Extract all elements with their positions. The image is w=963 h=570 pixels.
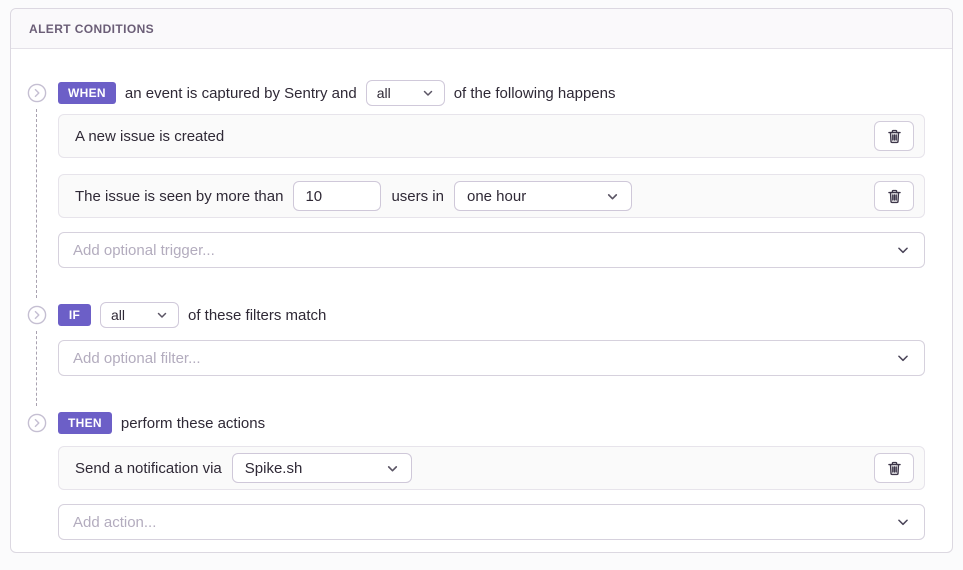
panel-title: ALERT CONDITIONS — [29, 22, 154, 36]
step-when-rail — [27, 80, 47, 268]
step-connector-line — [36, 109, 37, 298]
when-match-select[interactable]: all — [366, 80, 445, 106]
then-text-after: perform these actions — [121, 415, 265, 432]
trash-icon — [887, 461, 902, 476]
when-match-select-value: all — [377, 85, 391, 101]
user-count-input[interactable] — [293, 181, 381, 211]
action-text-before: Send a notification via — [75, 460, 222, 477]
delete-condition-button[interactable] — [874, 181, 914, 211]
step-then-rail — [27, 410, 47, 540]
add-filter-select[interactable]: Add optional filter... — [58, 340, 925, 376]
add-action-select[interactable]: Add action... — [58, 504, 925, 540]
notification-service-select-value: Spike.sh — [245, 460, 303, 477]
chevron-down-icon — [386, 462, 399, 475]
then-label-row: THEN perform these actions — [58, 410, 925, 436]
panel-header: ALERT CONDITIONS — [11, 9, 952, 49]
step-connector-line — [36, 331, 37, 406]
chevron-down-icon — [606, 190, 619, 203]
add-action-placeholder: Add action... — [73, 514, 156, 531]
chevron-right-circle-icon — [27, 413, 47, 433]
interval-select[interactable]: one hour — [454, 181, 632, 211]
alert-conditions-panel: ALERT CONDITIONS WHEN an event is captur… — [10, 8, 953, 553]
add-trigger-select[interactable]: Add optional trigger... — [58, 232, 925, 268]
trash-icon — [887, 189, 902, 204]
when-text-before: an event is captured by Sentry and — [125, 85, 357, 102]
then-badge: THEN — [58, 412, 112, 434]
condition-text: A new issue is created — [75, 128, 224, 145]
trash-icon — [887, 129, 902, 144]
condition-row-seen-by-users: The issue is seen by more than users in … — [58, 174, 925, 218]
step-when: WHEN an event is captured by Sentry and … — [27, 80, 925, 268]
chevron-right-circle-icon — [27, 305, 47, 325]
step-then: THEN perform these actions Send a notifi… — [27, 410, 925, 540]
add-filter-placeholder: Add optional filter... — [73, 350, 201, 367]
action-row-notification: Send a notification via Spike.sh — [58, 446, 925, 490]
chevron-down-icon — [156, 309, 168, 321]
delete-condition-button[interactable] — [874, 121, 914, 151]
chevron-down-icon — [896, 351, 910, 365]
notification-service-select[interactable]: Spike.sh — [232, 453, 412, 483]
chevron-down-icon — [896, 243, 910, 257]
chevron-down-icon — [896, 515, 910, 529]
if-label-row: IF all of these filters match — [58, 302, 925, 328]
chevron-down-icon — [422, 87, 434, 99]
step-if-rail — [27, 302, 47, 376]
if-text-after: of these filters match — [188, 307, 326, 324]
condition-text-after: users in — [391, 188, 444, 205]
delete-action-button[interactable] — [874, 453, 914, 483]
when-badge: WHEN — [58, 82, 116, 104]
when-text-after: of the following happens — [454, 85, 616, 102]
step-if: IF all of these filters match Add option… — [27, 302, 925, 376]
when-label-row: WHEN an event is captured by Sentry and … — [58, 80, 925, 106]
chevron-right-circle-icon — [27, 83, 47, 103]
condition-row-new-issue: A new issue is created — [58, 114, 925, 158]
add-trigger-placeholder: Add optional trigger... — [73, 242, 215, 259]
interval-select-value: one hour — [467, 188, 526, 205]
if-badge: IF — [58, 304, 91, 326]
condition-text-before: The issue is seen by more than — [75, 188, 283, 205]
if-match-select[interactable]: all — [100, 302, 179, 328]
if-match-select-value: all — [111, 307, 125, 323]
panel-body: WHEN an event is captured by Sentry and … — [11, 49, 952, 558]
